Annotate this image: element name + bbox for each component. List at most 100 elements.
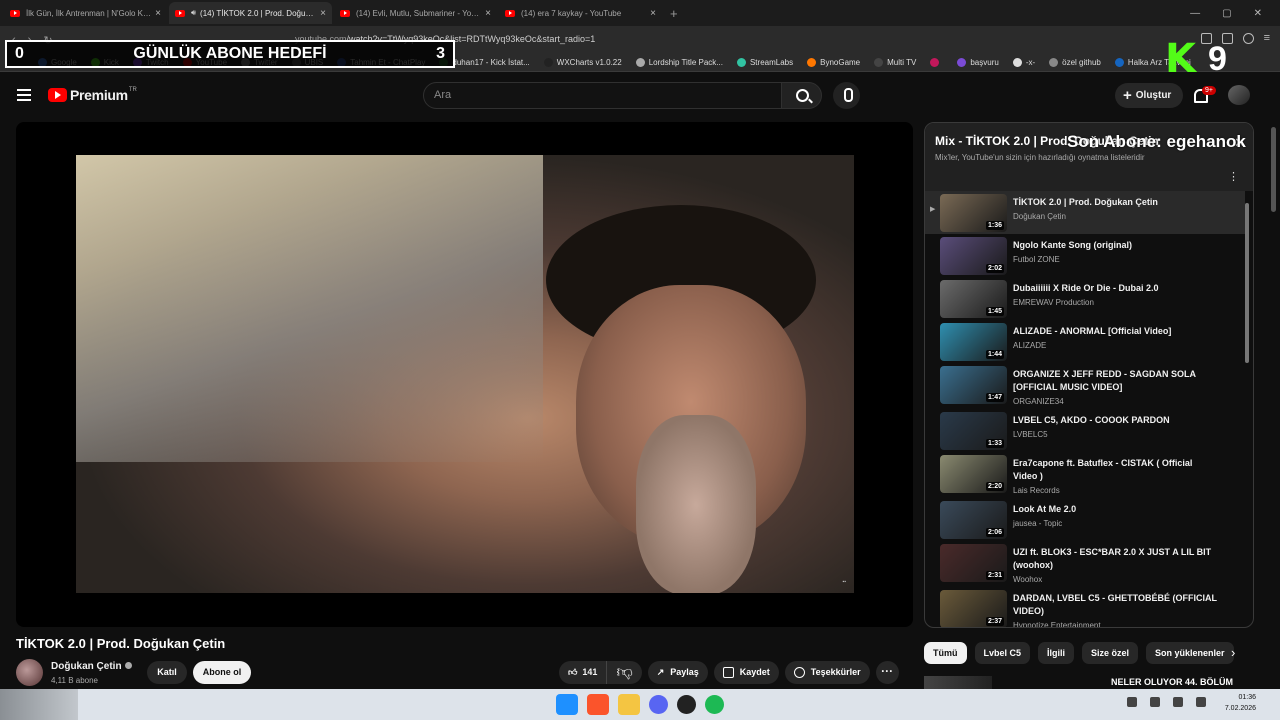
playlist-item[interactable]: 2:02 Ngolo Kante Song (original) Futbol ZO… <box>925 234 1245 277</box>
filter-chip[interactable]: İlgili <box>1038 642 1075 664</box>
brave-icon[interactable] <box>587 694 609 715</box>
account-avatar[interactable] <box>1228 85 1250 105</box>
bookmark-favicon-icon <box>543 58 553 67</box>
video-duration: 1:45 <box>985 307 1004 316</box>
playlist-item-title: Dubaiiiiii X Ride Or Die - Dubai 2.0 <box>1013 283 1159 293</box>
playlist-item[interactable]: 1:47 ORGANIZE X JEFF REDD - SAGDAN SOLA [… <box>925 363 1245 409</box>
video-thumbnail: 1:33 <box>940 412 1007 450</box>
search-icon[interactable] <box>781 82 822 109</box>
bookmark-item[interactable]: WXCharts v1.0.22 <box>543 58 622 67</box>
share-button[interactable]: ↗ Paylaş <box>647 661 708 684</box>
playlist-item[interactable]: 1:45 Dubaiiiiii X Ride Or Die - Dubai 2.0… <box>925 277 1245 320</box>
video-thumbnail: 1:45 <box>940 280 1007 318</box>
video-thumbnail: 1:44 <box>940 323 1007 361</box>
filter-chip[interactable]: Lvbel C5 <box>974 642 1031 664</box>
bookmark-item[interactable]: Multi TV <box>874 58 916 67</box>
bookmark-item[interactable] <box>930 58 943 67</box>
network-icon[interactable] <box>1173 697 1183 707</box>
playlist-item[interactable]: 2:37 DARDAN, LVBEL C5 - GHETTOBÉBÉ (OFFIC… <box>925 587 1245 627</box>
video-duration: 2:37 <box>985 617 1004 626</box>
next-video-item[interactable]: NELER OLUYOR 44. BÖLÜM <box>924 676 1254 690</box>
browser-tab[interactable]: 🔊︎ (14) TİKTOK 2.0 | Prod. Doğukan Çetin× <box>169 2 332 24</box>
save-button[interactable]: Kaydet <box>713 661 779 684</box>
speaker-icon[interactable]: 🔊︎ <box>191 8 196 18</box>
playlist-item-title: LVBEL C5, AKDO - COOOK PARDON <box>1013 415 1170 425</box>
taskbar-widget[interactable] <box>0 689 78 720</box>
thanks-button[interactable]: Teşekkürler <box>784 661 870 684</box>
steam-icon[interactable] <box>1150 697 1160 707</box>
playlist-item-channel: Doğukan Çetin <box>1013 212 1066 221</box>
create-button[interactable]: + Oluştur <box>1115 83 1183 108</box>
last-sub-prefix: Son Abone: <box>1067 132 1162 151</box>
playlist-item[interactable]: 1:33 LVBEL C5, AKDO - COOOK PARDON LVBELC5 <box>925 409 1245 452</box>
tab-title: (14) Evli, Mutlu, Submariner - YouTube <box>356 8 482 18</box>
page-scrollbar[interactable] <box>1271 127 1276 212</box>
goal-label: GÜNLÜK ABONE HEDEFİ <box>133 45 327 62</box>
playlist-item[interactable]: 1:44 ALIZADE - ANORMAL [Official Video] AL… <box>925 320 1245 363</box>
playlist-menu-icon[interactable]: ⋮ <box>1228 170 1239 183</box>
playlist-item-channel: jausea - Topic <box>1013 519 1063 528</box>
playlist-panel: Mix - TİKTOK 2.0 | Prod. Doğukan Çetin M… <box>924 122 1254 628</box>
subscribe-button[interactable]: Abone ol <box>193 661 251 684</box>
new-tab-button[interactable]: + <box>670 6 678 21</box>
bookmark-item[interactable]: Lordship Title Pack... <box>635 58 723 67</box>
windows-icon[interactable] <box>556 694 578 715</box>
folder-icon[interactable] <box>618 694 640 715</box>
channel-avatar[interactable] <box>16 659 43 686</box>
close-tab-icon[interactable]: × <box>155 8 161 19</box>
shield-icon[interactable] <box>1242 32 1254 44</box>
close-tab-icon[interactable]: × <box>485 8 491 19</box>
youtube-header: Premium TR Ara + Oluştur <box>0 73 1280 119</box>
video-player[interactable]: ▪▪ <box>16 122 913 627</box>
channel-name[interactable]: Doğukan Çetin <box>51 661 132 672</box>
video-actions: 👍︎ 141 👎︎ ↗ Paylaş Kaydet Teşekkürler ··· <box>559 661 899 684</box>
system-clock[interactable]: 01:36 7.02.2026 <box>1225 692 1256 714</box>
bookmark-item[interactable]: -x- <box>1012 58 1035 67</box>
close-window-button[interactable]: ✕ <box>1254 8 1262 19</box>
playlist-item[interactable]: ▶ 1:36 TİKTOK 2.0 | Prod. Doğukan Çetin Doğ… <box>925 191 1245 234</box>
volume-icon[interactable] <box>1196 697 1206 707</box>
super-thanks-icon <box>793 667 805 678</box>
playlist-item-title: TİKTOK 2.0 | Prod. Doğukan Çetin <box>1013 197 1158 207</box>
thumbs-up-icon: 👍︎ <box>568 667 578 677</box>
bookmark-item[interactable]: BynoGame <box>807 58 860 67</box>
join-button[interactable]: Katıl <box>147 661 187 684</box>
youtube-premium-logo[interactable]: Premium TR <box>48 87 137 103</box>
video-duration: 1:47 <box>985 393 1004 402</box>
close-tab-icon[interactable]: × <box>320 8 326 19</box>
filter-chip[interactable]: Tümü <box>924 642 967 664</box>
microphone-icon[interactable] <box>833 82 860 109</box>
filter-chip[interactable]: Son yüklenenler <box>1146 642 1234 664</box>
tray-icon[interactable] <box>1127 697 1137 707</box>
browser-tab[interactable]: İlk Gün, İlk Antrenman | N'Golo Kanté × <box>4 2 167 24</box>
menu-icon[interactable] <box>17 89 31 101</box>
bookmark-item[interactable]: başvuru <box>957 58 999 67</box>
playlist-item-title: Ngolo Kante Song (original) <box>1013 240 1132 250</box>
browser-tab[interactable]: (14) Evli, Mutlu, Submariner - YouTube × <box>334 2 497 24</box>
more-actions-button[interactable]: ··· <box>875 661 899 684</box>
bookmark-item[interactable]: StreamLabs <box>736 58 793 67</box>
obs-icon[interactable] <box>677 695 696 714</box>
spotify-icon[interactable] <box>705 695 724 714</box>
maximize-button[interactable]: ▢ <box>1222 8 1231 19</box>
playlist-item[interactable]: 2:20 Era7capone ft. Batuflex - CISTAK ( O… <box>925 452 1245 498</box>
playlist-item[interactable]: 2:31 UZI ft. BLOK3 - ESC*BAR 2.0 X JUST A… <box>925 541 1245 587</box>
windows-taskbar: 01:36 7.02.2026 <box>0 689 1280 720</box>
video-duration: 1:44 <box>985 350 1004 359</box>
close-tab-icon[interactable]: × <box>650 8 656 19</box>
browser-tab[interactable]: (14) era 7 kaykay - YouTube × <box>499 2 662 24</box>
playlist-item-title: ALIZADE - ANORMAL [Official Video] <box>1013 326 1172 336</box>
playlist-scrollbar[interactable] <box>1245 203 1249 363</box>
search-input[interactable]: Ara <box>423 82 782 109</box>
tab-title: İlk Gün, İlk Antrenman | N'Golo Kanté <box>26 8 152 18</box>
playlist-item[interactable]: 2:06 Look At Me 2.0 jausea - Topic <box>925 498 1245 541</box>
menu-icon[interactable]: ≡ <box>1264 32 1270 44</box>
minimize-button[interactable]: — <box>1190 8 1200 19</box>
chevron-right-icon[interactable]: › <box>1231 645 1235 660</box>
dislike-button[interactable]: 👎︎ <box>607 661 641 684</box>
discord-icon[interactable] <box>649 695 668 714</box>
filter-chip[interactable]: Size özel <box>1082 642 1139 664</box>
bookmark-item[interactable]: özel github <box>1049 58 1101 67</box>
last-sub-name: egehanok <box>1166 132 1246 151</box>
like-button[interactable]: 👍︎ 141 <box>559 661 608 684</box>
